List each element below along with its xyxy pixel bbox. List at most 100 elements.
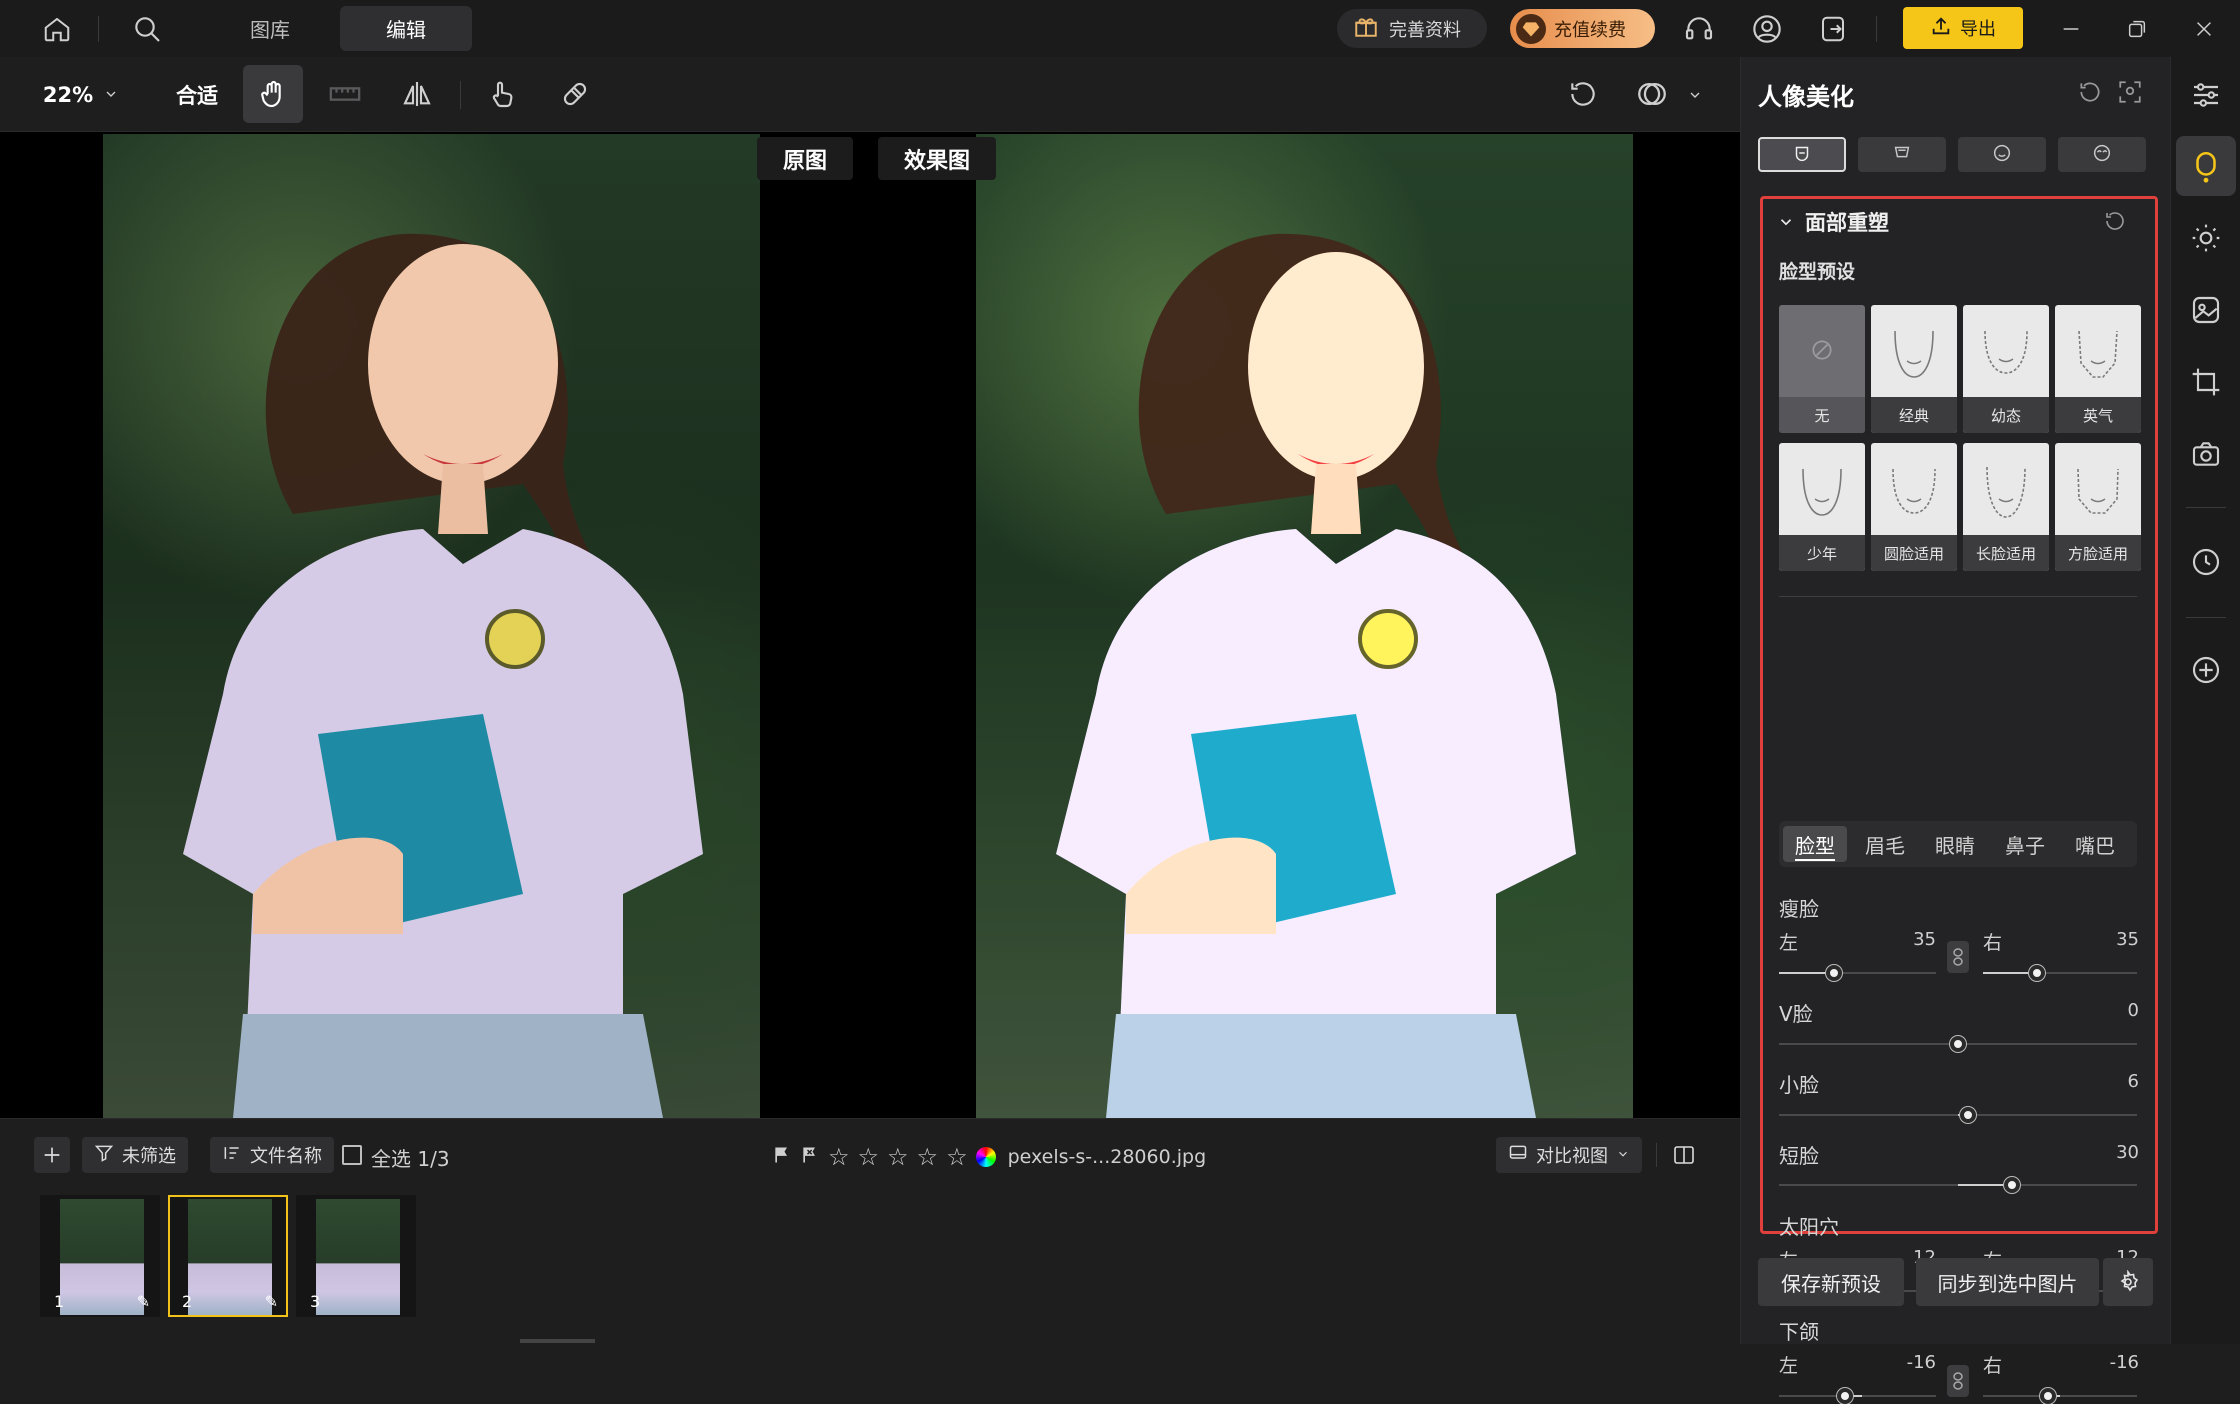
history-icon[interactable] [2171, 532, 2240, 592]
close-icon[interactable] [2175, 0, 2232, 57]
tab-edit[interactable]: 编辑 [340, 6, 472, 51]
preset-label: 幼态 [1963, 397, 2049, 433]
thumbnail[interactable]: 1 ✎ [40, 1195, 160, 1317]
ruler-icon[interactable] [315, 65, 375, 123]
tab-mouth[interactable]: 嘴巴 [2063, 826, 2127, 862]
portrait-beauty-icon[interactable] [2176, 136, 2236, 196]
link-icon[interactable] [1947, 1365, 1969, 1397]
tab-eyes[interactable]: 眼睛 [1923, 826, 1987, 862]
minimize-icon[interactable] [2042, 0, 2099, 57]
reject-flag-icon[interactable] [800, 1145, 820, 1169]
slider-thumb[interactable] [2004, 1177, 2020, 1193]
divider [2186, 507, 2226, 508]
link-icon[interactable] [1947, 941, 1969, 973]
tab-gallery[interactable]: 图库 [230, 0, 310, 57]
split-view-icon[interactable] [1664, 1137, 1704, 1173]
compare-view-dropdown[interactable]: 对比视图 [1496, 1137, 1642, 1173]
slider-title: V脸 [1779, 1002, 1813, 1026]
reset-icon[interactable] [2077, 79, 2103, 109]
chevron-down-icon[interactable] [1777, 213, 1795, 235]
color-label-icon[interactable] [975, 1147, 996, 1167]
tab-eyebrows[interactable]: 眉毛 [1853, 826, 1917, 862]
preset-square-face[interactable]: 方脸适用 [2055, 443, 2141, 571]
select-all-checkbox[interactable] [342, 1145, 362, 1165]
color-icon[interactable] [2171, 280, 2240, 340]
tab-nose[interactable]: 鼻子 [1993, 826, 2057, 862]
brightness-icon[interactable] [2171, 208, 2240, 268]
restore-icon[interactable] [2108, 0, 2165, 57]
recharge-button[interactable]: 充值续费 [1510, 9, 1655, 48]
tab-face-reshape[interactable] [1758, 137, 1846, 172]
overlay-compare-icon[interactable] [1622, 65, 1682, 123]
slider-title: 短脸 [1779, 1144, 1819, 1168]
preset-youth[interactable]: 少年 [1779, 443, 1865, 571]
title-bar: 图库 编辑 完善资料 充值续费 导出 [0, 0, 2240, 57]
panel-title: 人像美化 [1758, 83, 1854, 111]
adjust-sliders-icon[interactable] [2171, 65, 2240, 125]
slider-thumb[interactable] [2029, 965, 2045, 981]
thumbnail[interactable]: 2 ✎ [168, 1195, 288, 1317]
tab-skin[interactable] [1958, 137, 2046, 172]
touch-tool-icon[interactable] [472, 65, 532, 123]
camera-icon[interactable] [2171, 424, 2240, 484]
crop-icon[interactable] [2171, 352, 2240, 412]
star-icon[interactable]: ☆ [917, 1143, 939, 1171]
preset-long-face[interactable]: 长脸适用 [1963, 443, 2049, 571]
sort-button[interactable]: 文件名称 [210, 1137, 334, 1173]
preset-classic[interactable]: 经典 [1871, 305, 1957, 433]
star-icon[interactable]: ☆ [828, 1143, 850, 1171]
home-icon[interactable] [28, 0, 85, 57]
tab-body[interactable] [1858, 137, 1946, 172]
flip-icon[interactable] [387, 65, 447, 123]
preset-heroic[interactable]: 英气 [2055, 305, 2141, 433]
slider-thumb[interactable] [1950, 1036, 1966, 1052]
flag-icon[interactable] [772, 1145, 792, 1169]
gift-icon [1353, 13, 1379, 44]
preset-round-face[interactable]: 圆脸适用 [1871, 443, 1957, 571]
image-canvas[interactable]: 原图 效果图 [0, 132, 1740, 1118]
complete-profile-button[interactable]: 完善资料 [1337, 9, 1487, 48]
slider-thumb[interactable] [1837, 1388, 1853, 1404]
logout-icon[interactable] [1804, 0, 1861, 57]
add-icon[interactable] [34, 1137, 70, 1173]
thumbnail-number: 3 [310, 1292, 321, 1311]
preset-none[interactable]: 无 [1779, 305, 1865, 433]
preset-childlike[interactable]: 幼态 [1963, 305, 2049, 433]
support-icon[interactable] [1670, 0, 1727, 57]
thumbnail[interactable]: 3 [296, 1195, 416, 1317]
slider-track[interactable] [1983, 1395, 2137, 1397]
zoom-dropdown[interactable]: 22% [36, 57, 126, 132]
divider [2186, 617, 2226, 618]
rating-bar: ☆ ☆ ☆ ☆ ☆ pexels-s-...28060.jpg [772, 1143, 1206, 1171]
user-icon[interactable] [1738, 0, 1795, 57]
fit-button[interactable]: 合适 [162, 57, 232, 132]
scrollbar[interactable] [520, 1339, 595, 1343]
eraser-icon[interactable] [545, 65, 605, 123]
search-icon[interactable] [118, 0, 175, 57]
tab-face-shape[interactable]: 脸型 [1783, 826, 1847, 862]
export-button[interactable]: 导出 [1903, 7, 2023, 49]
slider-thumb[interactable] [2040, 1388, 2056, 1404]
filter-button[interactable]: 未筛选 [82, 1137, 188, 1173]
slider-thumb[interactable] [1960, 1107, 1976, 1123]
preset-label: 圆脸适用 [1871, 535, 1957, 571]
settings-icon[interactable] [2103, 1258, 2153, 1306]
add-tool-icon[interactable] [2171, 640, 2240, 700]
select-all-label: 全选 1/3 [371, 1147, 450, 1171]
chevron-down-icon[interactable] [1680, 57, 1710, 132]
face-outline-icon [2078, 330, 2118, 378]
face-detect-icon[interactable] [2117, 79, 2143, 109]
star-icon[interactable]: ☆ [887, 1143, 909, 1171]
tab-makeup[interactable] [2058, 137, 2146, 172]
hand-tool-icon[interactable] [243, 65, 303, 123]
slider-title: 小脸 [1779, 1073, 1819, 1097]
slider-thumb[interactable] [1826, 965, 1842, 981]
save-preset-button[interactable]: 保存新预设 [1758, 1258, 1904, 1306]
face-outline-icon [1986, 466, 2026, 518]
star-icon[interactable]: ☆ [946, 1143, 968, 1171]
undo-history-icon[interactable] [1553, 65, 1613, 123]
sync-button[interactable]: 同步到选中图片 [1916, 1258, 2099, 1306]
star-icon[interactable]: ☆ [858, 1143, 880, 1171]
reset-icon[interactable] [2103, 209, 2127, 237]
preset-heading: 脸型预设 [1779, 261, 1856, 283]
